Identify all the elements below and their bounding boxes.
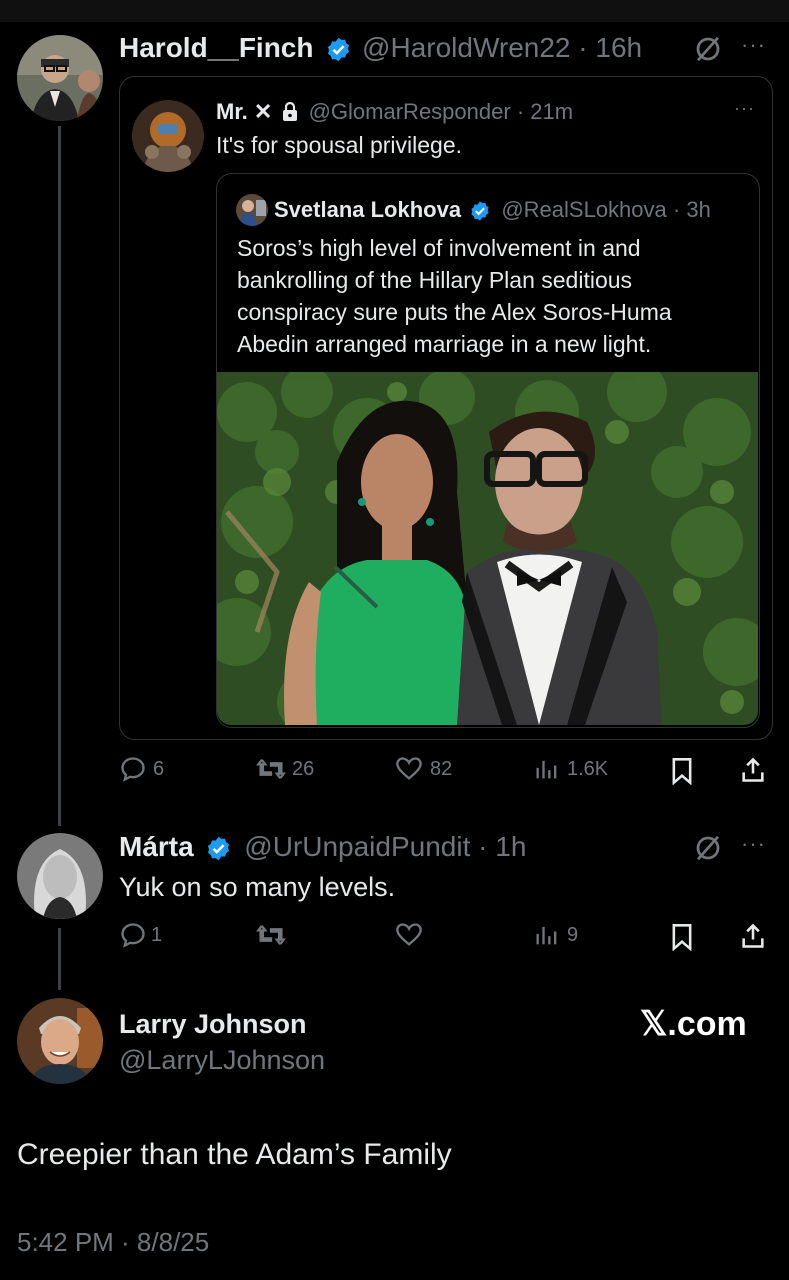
status-bar [0, 0, 789, 22]
tweet2-repost-icon [256, 921, 286, 949]
tweet2-reply-button[interactable]: 1 [119, 921, 162, 949]
more-options-icon[interactable]: ··· [741, 32, 766, 58]
tweet2-like-button[interactable] [394, 921, 424, 949]
tweet2-views-count: 9 [567, 923, 579, 946]
tweet2-header: Márta @UrUnpaidPundit · 1h [119, 829, 526, 865]
share-icon[interactable] [739, 755, 767, 785]
quote1-handle[interactable]: @GlomarResponder [309, 99, 511, 124]
tweet2-more-options-icon[interactable]: ··· [741, 831, 766, 857]
thread-line [58, 126, 61, 826]
quote1-time[interactable]: · 21m [517, 99, 573, 124]
heart-icon [394, 755, 424, 783]
verified-badge-icon [325, 36, 352, 63]
tweet2-views-icon [533, 921, 561, 949]
repost-icon [256, 755, 286, 783]
quote2-text: Soros’s high level of involvement in and… [237, 235, 672, 357]
x-com-logo: 𝕏.com [640, 1005, 747, 1043]
tweet2-grok-icon[interactable] [693, 833, 723, 863]
tweet2-reply-count: 1 [151, 923, 163, 946]
tweet1-header: Harold__Finch @HaroldWren22 · 16h [119, 30, 642, 66]
quote2-verified-badge-icon [469, 200, 491, 222]
views-button[interactable]: 1.6K [533, 755, 608, 783]
quote1-text: It's for spousal privilege. [216, 132, 463, 158]
tweet2-share-icon[interactable] [739, 921, 767, 951]
reply-icon [119, 755, 147, 783]
main-text: Creepier than the Adam’s Family [17, 1138, 452, 1171]
tweet2-text: Yuk on so many levels. [119, 872, 396, 902]
main-handle[interactable]: @LarryLJohnson [119, 1043, 325, 1077]
avatar-marta[interactable] [17, 833, 103, 919]
avatar-harold[interactable] [17, 35, 103, 121]
views-icon [533, 755, 561, 783]
tweet1-display-name[interactable]: Harold__Finch [119, 32, 313, 63]
thread-line-2 [58, 928, 61, 990]
bookmark-icon[interactable] [669, 757, 695, 785]
reply-count: 6 [153, 757, 165, 780]
quote2-header: Svetlana Lokhova @RealSLokhova · 3h [274, 194, 711, 226]
tweet2-display-name[interactable]: Márta [119, 831, 194, 862]
tweet2-repost-button[interactable] [256, 921, 286, 949]
tweet-photo[interactable] [217, 372, 758, 725]
quote1-more-options-icon[interactable]: ··· [734, 98, 755, 119]
main-display-name[interactable]: Larry Johnson [119, 1007, 307, 1041]
lock-icon [282, 102, 298, 121]
tweet2-handle[interactable]: @UrUnpaidPundit [244, 831, 470, 862]
tweet2-heart-icon [394, 921, 424, 949]
quote2-handle[interactable]: @RealSLokhova [501, 197, 666, 222]
reply-button[interactable]: 6 [119, 755, 164, 783]
tweet2-verified-badge-icon [205, 835, 232, 862]
quote1-display-name[interactable]: Mr. ✕ [216, 99, 272, 124]
avatar-mrx[interactable] [132, 100, 204, 172]
like-button[interactable]: 82 [394, 755, 452, 783]
quote2-display-name[interactable]: Svetlana Lokhova [274, 197, 461, 222]
repost-button[interactable]: 26 [256, 755, 314, 783]
avatar-larry[interactable] [17, 998, 103, 1084]
tweet2-bookmark-icon[interactable] [669, 923, 695, 951]
views-count: 1.6K [567, 757, 609, 780]
tweet1-time[interactable]: · 16h [578, 32, 642, 63]
tweet2-reply-icon [119, 921, 147, 949]
grok-icon[interactable] [693, 34, 723, 64]
quote2-time[interactable]: · 3h [673, 197, 711, 222]
repost-count: 26 [292, 757, 315, 780]
tweet2-views-button[interactable]: 9 [533, 921, 578, 949]
main-timestamp[interactable]: 5:42 PM · 8/8/25 [17, 1225, 209, 1259]
tweet1-handle[interactable]: @HaroldWren22 [362, 32, 570, 63]
tweet2-time[interactable]: · 1h [478, 831, 526, 862]
quote1-header: Mr. ✕ @GlomarResponder · 21m [216, 97, 573, 127]
like-count: 82 [430, 757, 453, 780]
avatar-svetlana[interactable] [236, 194, 268, 226]
